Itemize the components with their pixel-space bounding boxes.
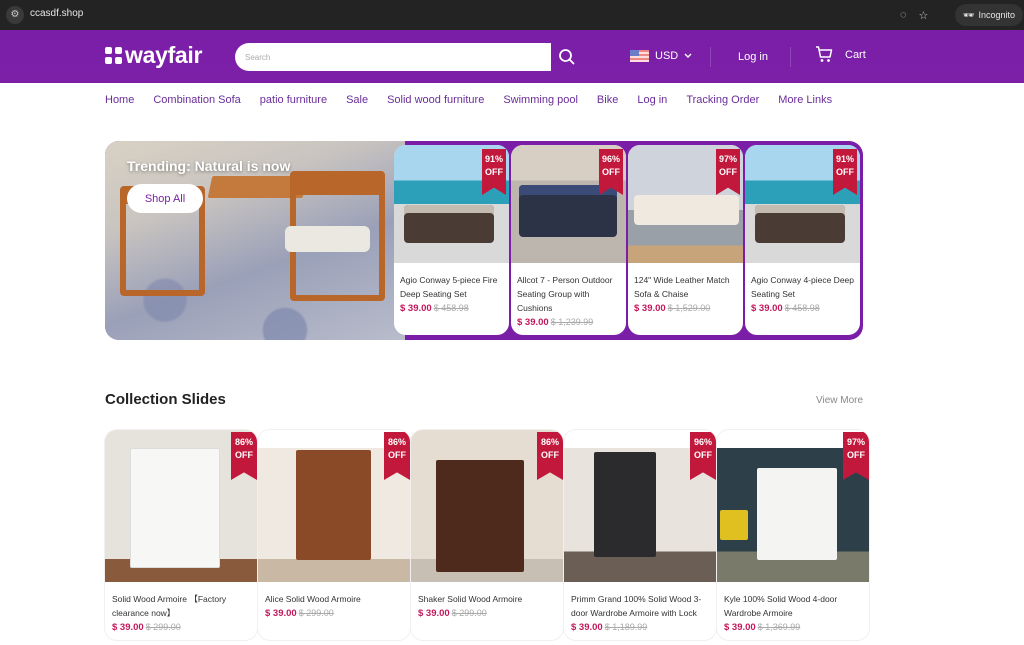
product-price: $ 39.00 $ 1,239.99 (517, 317, 594, 328)
hero-banner: Trending: Natural is now Shop All 91% OFF… (105, 141, 863, 340)
discount-badge: 86% OFF (384, 432, 410, 480)
search-input[interactable] (235, 43, 551, 71)
product-image: 86% OFF (105, 430, 257, 582)
product-image: 96% OFF (511, 145, 626, 263)
discount-badge: 97% OFF (716, 149, 740, 195)
us-flag-icon (630, 50, 649, 62)
product-price: $ 39.00 $ 299.00 (265, 608, 334, 619)
cushion-shape (285, 226, 370, 252)
nav-solid-wood-furniture[interactable]: Solid wood furniture (387, 94, 484, 106)
product-price: $ 39.00 $ 1,529.00 (634, 303, 711, 314)
nav-swimming-pool[interactable]: Swimming pool (503, 94, 578, 106)
main-nav: Home Combination Sofa patio furniture Sa… (105, 94, 851, 106)
product-title: Shaker Solid Wood Armoire (418, 594, 523, 604)
nav-patio-furniture[interactable]: patio furniture (260, 94, 327, 106)
product-image: 91% OFF (745, 145, 860, 263)
product-title: Primm Grand 100% Solid Wood 3-door Wardr… (571, 594, 702, 618)
product-title: Allcot 7 - Person Outdoor Seating Group … (517, 275, 613, 313)
nav-log-in[interactable]: Log in (637, 94, 667, 106)
browser-toolbar: ⚙ ccasdf.shop ◌ ☆ 🕶 Incognito (0, 0, 1024, 30)
product-image: 91% OFF (394, 145, 509, 263)
product-card[interactable]: 86% OFF Alice Solid Wood Armoire $ 39.00 $… (258, 430, 410, 640)
nav-bike[interactable]: Bike (597, 94, 618, 106)
product-price: $ 39.00 $ 1,369.99 (724, 622, 801, 633)
product-image: 97% OFF (628, 145, 743, 263)
product-title: 124" Wide Leather Match Sofa & Chaise (634, 275, 730, 299)
section-title: Collection Slides (105, 391, 226, 408)
collection-product-list: 86% OFF Solid Wood Armoire 【Factory clear… (105, 430, 869, 640)
incognito-icon: 🕶 (963, 9, 975, 20)
discount-badge: 96% OFF (690, 432, 716, 480)
product-card[interactable]: 97% OFF Kyle 100% Solid Wood 4-door Wardr… (717, 430, 869, 640)
product-price: $ 39.00 $ 458.98 (400, 303, 469, 314)
chevron-down-icon (684, 53, 692, 58)
search-button[interactable] (557, 47, 577, 67)
product-title: Alice Solid Wood Armoire (265, 594, 361, 604)
header-divider (710, 47, 711, 67)
product-price: $ 39.00 $ 299.00 (418, 608, 487, 619)
nav-home[interactable]: Home (105, 94, 134, 106)
site-header: wayfair USD Log in Cart (0, 30, 1024, 83)
discount-badge: 86% OFF (537, 432, 563, 480)
bookmark-star-icon[interactable]: ☆ (919, 9, 929, 22)
address-bar[interactable]: ccasdf.shop (30, 8, 83, 19)
nav-combination-sofa[interactable]: Combination Sofa (153, 94, 240, 106)
search-icon (559, 49, 575, 65)
product-title: Agio Conway 5-piece Fire Deep Seating Se… (400, 275, 498, 299)
product-price: $ 39.00 $ 1,189.99 (571, 622, 648, 633)
discount-badge: 91% OFF (482, 149, 506, 195)
cart-icon (816, 46, 833, 62)
product-card[interactable]: 96% OFF Allcot 7 - Person Outdoor Seating… (511, 145, 626, 335)
view-more-link[interactable]: View More (816, 395, 863, 406)
wayfair-logo[interactable]: wayfair (105, 42, 202, 68)
hero-title: Trending: Natural is now (127, 158, 291, 174)
site-info-icon[interactable]: ⚙ (6, 6, 24, 24)
cart-button[interactable]: Cart (815, 46, 866, 63)
nav-tracking-order[interactable]: Tracking Order (686, 94, 759, 106)
product-card[interactable]: 86% OFF Shaker Solid Wood Armoire $ 39.00… (411, 430, 563, 640)
product-title: Agio Conway 4-piece Deep Seating Set (751, 275, 855, 299)
incognito-badge[interactable]: 🕶 Incognito (955, 4, 1023, 26)
hero-product-list: 91% OFF Agio Conway 5-piece Fire Deep Sea… (394, 145, 860, 335)
nav-sale[interactable]: Sale (346, 94, 368, 106)
product-image: 96% OFF (564, 430, 716, 582)
currency-selector[interactable]: USD (630, 50, 692, 62)
product-title: Solid Wood Armoire 【Factory clearance no… (112, 594, 227, 618)
product-image: 86% OFF (258, 430, 410, 582)
product-price: $ 39.00 $ 299.00 (112, 622, 181, 633)
product-card[interactable]: 91% OFF Agio Conway 4-piece Deep Seating … (745, 145, 860, 335)
product-card[interactable]: 91% OFF Agio Conway 5-piece Fire Deep Sea… (394, 145, 509, 335)
product-image: 86% OFF (411, 430, 563, 582)
discount-badge: 97% OFF (843, 432, 869, 480)
discount-badge: 91% OFF (833, 149, 857, 195)
discount-badge: 86% OFF (231, 432, 257, 480)
product-card[interactable]: 86% OFF Solid Wood Armoire 【Factory clear… (105, 430, 257, 640)
header-divider (790, 47, 791, 67)
nav-more-links[interactable]: More Links (778, 94, 832, 106)
product-title: Kyle 100% Solid Wood 4-door Wardrobe Arm… (724, 594, 838, 618)
product-price: $ 39.00 $ 458.98 (751, 303, 820, 314)
product-card[interactable]: 96% OFF Primm Grand 100% Solid Wood 3-doo… (564, 430, 716, 640)
eye-off-icon[interactable]: ◌ (900, 9, 907, 22)
shop-all-button[interactable]: Shop All (127, 184, 203, 213)
logo-mark-icon (105, 46, 122, 64)
product-card[interactable]: 97% OFF 124" Wide Leather Match Sofa & Ch… (628, 145, 743, 335)
product-image: 97% OFF (717, 430, 869, 582)
search-box (235, 43, 551, 71)
login-link[interactable]: Log in (738, 51, 768, 63)
